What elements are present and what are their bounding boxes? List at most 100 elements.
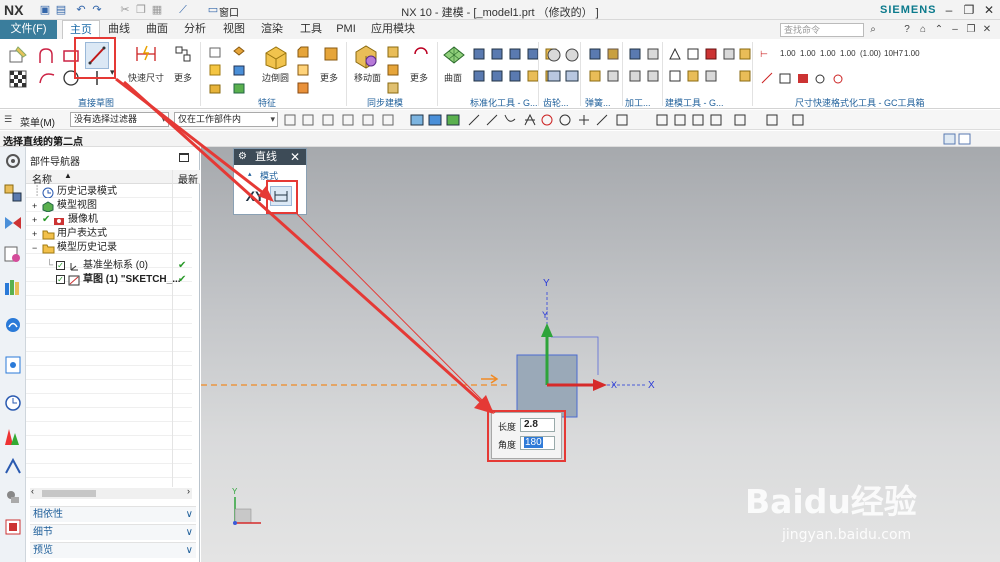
dim-format-icon[interactable]: ⊢: [760, 49, 768, 60]
minimize-icon[interactable]: –: [940, 2, 958, 18]
menu-icon[interactable]: ☰: [4, 114, 12, 125]
chevron-down-icon[interactable]: ∨: [186, 543, 193, 559]
modeling-tools-icons[interactable]: [668, 47, 738, 91]
spring-tools-icons[interactable]: [588, 47, 622, 91]
gear-icon[interactable]: ⚙: [238, 149, 247, 165]
reuse-library-icon[interactable]: [3, 277, 23, 297]
chevron-down-icon[interactable]: ∨: [186, 507, 193, 523]
surface-label[interactable]: 曲面: [444, 71, 462, 84]
horizontal-scrollbar[interactable]: ‹ ›: [30, 486, 192, 499]
coordinate-mode-button[interactable]: XY: [244, 184, 266, 208]
chamfer-icon[interactable]: [296, 45, 310, 59]
history-icon[interactable]: [3, 355, 23, 375]
close-icon[interactable]: ✕: [980, 2, 998, 18]
section-collapse-icon[interactable]: ▴: [248, 170, 252, 178]
part-navigator-icon[interactable]: [3, 245, 23, 265]
sync-more-label[interactable]: 更多: [410, 71, 428, 84]
extrude-icon[interactable]: [208, 45, 222, 59]
boss-icon[interactable]: [208, 81, 222, 95]
sort-ascending-icon[interactable]: ▲: [64, 171, 72, 180]
edge-blend-icon[interactable]: [262, 43, 290, 71]
intersect-icon[interactable]: [232, 81, 246, 95]
dim-format-7[interactable]: 1.00: [904, 49, 920, 58]
file-menu[interactable]: 文件(F): [0, 20, 57, 39]
command-search-input[interactable]: 查找命令: [780, 23, 864, 37]
snap-point-icons[interactable]: [283, 113, 823, 127]
doc-close-icon[interactable]: ✕: [980, 23, 994, 37]
selection-scope-select[interactable]: 仅在工作部件内: [174, 112, 278, 127]
clock-icon[interactable]: [3, 393, 23, 413]
tab-analysis[interactable]: 分析: [178, 20, 212, 39]
unite-icon[interactable]: [232, 45, 246, 59]
tree-row[interactable]: ┊ 历史记录模式: [26, 185, 192, 199]
visualization-icon[interactable]: [3, 427, 23, 447]
expand-icon[interactable]: +: [32, 199, 37, 213]
move-face-icon[interactable]: [353, 43, 379, 69]
offset-region-icon[interactable]: [386, 63, 400, 77]
tab-applications[interactable]: 应用模块: [368, 20, 418, 39]
close-icon[interactable]: ✕: [290, 149, 300, 165]
checkbox-checked-icon[interactable]: ✓: [56, 275, 65, 284]
quick-dimension-icon[interactable]: [134, 44, 158, 64]
surface-icon[interactable]: [442, 43, 466, 67]
roles-icon[interactable]: [3, 457, 23, 477]
maximize-icon[interactable]: [179, 153, 189, 162]
dim-format-2[interactable]: 1.00: [800, 49, 816, 58]
gc-lock-icons[interactable]: [738, 47, 752, 91]
menu-button[interactable]: 菜单(M): [20, 114, 55, 129]
dim-format-5[interactable]: (1.00): [860, 49, 881, 58]
details-panel[interactable]: 细节 ∨: [30, 524, 196, 540]
tree-row[interactable]: + 模型视图: [26, 199, 192, 213]
hole-icon[interactable]: [208, 63, 222, 77]
constraints-icon[interactable]: [174, 45, 192, 63]
expand-icon[interactable]: +: [32, 213, 37, 227]
settings-icon[interactable]: [3, 151, 23, 171]
gear-tools-icons[interactable]: [546, 47, 582, 91]
checkmark-icon[interactable]: ✔: [42, 213, 50, 227]
doc-restore-icon[interactable]: ❐: [964, 23, 978, 37]
tree-row[interactable]: − 模型历史记录: [26, 241, 192, 255]
selection-filter-select[interactable]: 没有选择过滤器: [70, 112, 169, 127]
arc-icon[interactable]: [38, 69, 56, 87]
quick-dimension-label[interactable]: 快速尺寸: [128, 71, 164, 84]
tab-render[interactable]: 渲染: [255, 20, 289, 39]
scrollbar-thumb[interactable]: [42, 490, 96, 497]
move-face-label[interactable]: 移动面: [354, 71, 381, 84]
tree-row[interactable]: └ ✓ 基准坐标系 (0) ✔: [26, 259, 192, 273]
replace-face-icon[interactable]: [386, 81, 400, 95]
doc-minimize-icon[interactable]: –: [948, 23, 962, 37]
web-browser-icon[interactable]: [3, 315, 23, 335]
dim-format-6[interactable]: 10H7: [884, 49, 903, 58]
pull-face-icon[interactable]: [386, 45, 400, 59]
dim-format-1[interactable]: 1.00: [780, 49, 796, 58]
tree-row[interactable]: + ✔ 摄像机: [26, 213, 192, 227]
edge-blend-label[interactable]: 边倒圆: [262, 71, 289, 84]
subtract-icon[interactable]: [232, 63, 246, 77]
sketch-finish-icon[interactable]: [8, 69, 28, 89]
scroll-left-icon[interactable]: ‹: [31, 486, 34, 496]
assembly-navigator-icon[interactable]: [3, 183, 23, 203]
constraint-navigator-icon[interactable]: [3, 213, 23, 233]
tab-pmi[interactable]: PMI: [331, 20, 361, 39]
search-icon[interactable]: ⌕: [866, 23, 880, 37]
feature-more-icon[interactable]: [322, 45, 340, 63]
scroll-right-icon[interactable]: ›: [187, 486, 190, 496]
sketch-more-label[interactable]: 更多: [174, 71, 192, 84]
dim-format-3[interactable]: 1.00: [820, 49, 836, 58]
sketch-icon[interactable]: [8, 45, 28, 65]
checkbox-checked-icon[interactable]: ✓: [56, 261, 65, 270]
shell-icon[interactable]: [296, 63, 310, 77]
profile-icon[interactable]: [38, 47, 56, 65]
dialog-title-bar[interactable]: ⚙ 直线 ✕: [234, 149, 306, 165]
feature-more-label[interactable]: 更多: [320, 71, 338, 84]
dim-format-row2-icons[interactable]: [760, 71, 850, 87]
draft-icon[interactable]: [296, 81, 310, 95]
tree-row[interactable]: ✓ 草图 (1) "SKETCH_... ✔: [26, 273, 192, 287]
dim-format-4[interactable]: 1.00: [840, 49, 856, 58]
sync-more-icon[interactable]: [412, 45, 430, 63]
preview-panel[interactable]: 预览 ∨: [30, 542, 196, 558]
tree-row[interactable]: + 用户表达式: [26, 227, 192, 241]
collapse-ribbon-icon[interactable]: ⌃: [932, 23, 946, 37]
system-materials-icon[interactable]: [3, 487, 23, 507]
tab-tools[interactable]: 工具: [294, 20, 328, 39]
